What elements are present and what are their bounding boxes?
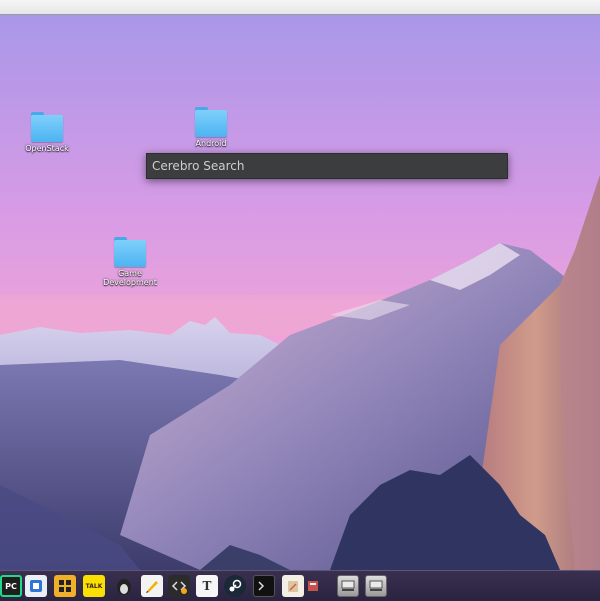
cerebro-search-bar: [146, 153, 508, 179]
drive-icon[interactable]: [365, 575, 387, 597]
desktop-folder-label: Game Development: [103, 269, 157, 287]
files-icon[interactable]: [306, 575, 320, 597]
terminal-icon[interactable]: [253, 575, 275, 597]
dock-item-glyph: TALK: [85, 582, 103, 590]
window-top-edge: [0, 0, 600, 15]
code-editor-icon[interactable]: [168, 575, 190, 597]
text-editor-icon[interactable]: [141, 575, 163, 597]
dock: PC TALK T: [0, 570, 600, 601]
folder-icon: [31, 112, 63, 142]
folder-icon: [195, 107, 227, 137]
desktop-folder-game-development[interactable]: Game Development: [102, 237, 158, 287]
pycharm-icon[interactable]: PC: [0, 575, 22, 597]
desktop-wallpaper: [0, 15, 600, 570]
search-input[interactable]: [147, 154, 507, 178]
drive-icon[interactable]: [337, 575, 359, 597]
desktop-folder-openstack[interactable]: OpenStack: [19, 112, 75, 153]
notes-icon[interactable]: [25, 575, 47, 597]
folder-icon: [114, 237, 146, 267]
dock-item-glyph: T: [202, 579, 212, 593]
dock-item-glyph: PC: [5, 581, 17, 591]
desktop-folder-label: Android: [195, 139, 227, 148]
archive-icon[interactable]: [282, 575, 304, 597]
steam-icon[interactable]: [224, 575, 246, 597]
kakaotalk-icon[interactable]: TALK: [83, 575, 105, 597]
puzzle-icon[interactable]: [54, 575, 76, 597]
penguin-icon[interactable]: [113, 575, 135, 597]
typora-icon[interactable]: T: [196, 575, 218, 597]
desktop-folder-label: OpenStack: [25, 144, 69, 153]
desktop-folder-android[interactable]: Android: [183, 107, 239, 148]
